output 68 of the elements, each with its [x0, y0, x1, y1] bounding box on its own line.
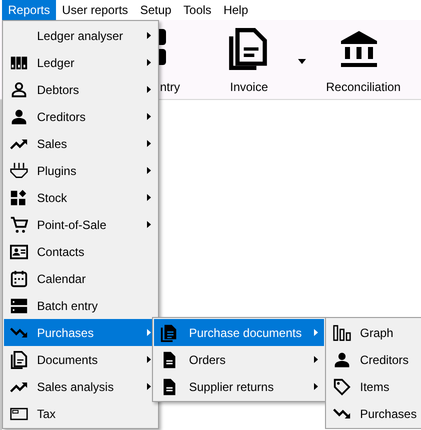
- menu-item[interactable]: Contacts: [4, 238, 157, 265]
- menu-label: Stock: [36, 190, 68, 206]
- menu-item[interactable]: Graph: [327, 319, 421, 346]
- menu-label: Plugins: [36, 162, 78, 180]
- menu-label: Purchase documents: [188, 324, 303, 342]
- menu-label: Creditors: [359, 352, 410, 368]
- menu-label: Contacts: [36, 244, 86, 260]
- menu-label: Point-of-Sale: [36, 216, 108, 234]
- menu-item[interactable]: Purchase documents: [154, 319, 324, 346]
- menu-label: Items: [359, 378, 390, 396]
- menu-label: Purchases: [36, 324, 95, 342]
- toolbar-button[interactable]: ntry: [160, 78, 180, 96]
- menu-item[interactable]: Stock: [4, 184, 157, 211]
- menu-label: Creditors: [36, 108, 87, 126]
- menu-item[interactable]: Sales analysis: [4, 373, 157, 400]
- menu-label: Orders: [188, 352, 227, 368]
- menu-label: Debtors: [36, 82, 80, 98]
- menu-item[interactable]: Tax: [4, 400, 157, 427]
- menu-label: Supplier returns: [188, 378, 275, 396]
- person-icon: [10, 108, 28, 126]
- menu-label: Calendar: [36, 270, 87, 288]
- person-icon: [10, 80, 28, 98]
- plug-icon: [10, 162, 28, 180]
- dropdown-caret-icon[interactable]: [298, 59, 306, 64]
- menu-label: Ledger analyser: [36, 28, 124, 44]
- menu-item[interactable]: Ledger: [4, 49, 157, 76]
- menu-item[interactable]: Calendar: [4, 265, 157, 292]
- menu-item[interactable]: Plugins: [4, 157, 157, 184]
- person-icon: [333, 350, 351, 368]
- menu-item[interactable]: Reports: [2, 0, 56, 20]
- menu-item[interactable]: Orders: [154, 346, 324, 373]
- toolbar-button[interactable]: Invoice: [230, 78, 268, 96]
- blocks-icon: [10, 188, 28, 206]
- menu-item[interactable]: Creditors: [4, 103, 157, 130]
- calendar-icon: [10, 270, 28, 288]
- cart-icon: [10, 216, 28, 234]
- menu-label: Ledger: [36, 54, 76, 72]
- documents-icon: [227, 28, 269, 70]
- menu-item[interactable]: User reports: [56, 0, 134, 20]
- menu-item[interactable]: Debtors: [4, 76, 157, 103]
- menu-label: Purchases: [359, 406, 417, 422]
- menu-item[interactable]: Point-of-Sale: [4, 211, 157, 238]
- menu-label: Sales: [36, 136, 68, 152]
- toolbar-button[interactable]: Reconciliation: [326, 78, 401, 96]
- menu-item[interactable]: Documents: [4, 346, 157, 373]
- bank-icon: [339, 29, 379, 69]
- contact-card-icon: [10, 242, 28, 260]
- menu-item[interactable]: Sales: [4, 130, 157, 157]
- menu-item[interactable]: Items: [327, 373, 421, 400]
- menu-item[interactable]: Help: [217, 0, 254, 20]
- menu-item[interactable]: Creditors: [327, 346, 421, 373]
- menu-item[interactable]: Tools: [177, 0, 218, 20]
- menu-label: Tax: [36, 406, 57, 422]
- documents-icon: [160, 324, 178, 342]
- server-icon: [10, 296, 28, 314]
- menu-label: Graph: [359, 324, 394, 342]
- bar-chart-icon: [333, 324, 351, 342]
- menu-label: Documents: [36, 352, 99, 368]
- menu-label: Sales analysis: [36, 378, 115, 396]
- documents-icon: [10, 350, 28, 368]
- menu-label: Batch entry: [36, 298, 99, 314]
- menu-item[interactable]: Ledger analyser: [4, 22, 157, 49]
- menu-item[interactable]: Purchases: [327, 400, 421, 427]
- menu-item[interactable]: Supplier returns: [154, 373, 324, 400]
- menu-item[interactable]: Batch entry: [4, 292, 157, 319]
- menu-item[interactable]: Setup: [134, 0, 178, 20]
- binders-icon: [10, 54, 28, 72]
- tag-icon: [333, 378, 351, 396]
